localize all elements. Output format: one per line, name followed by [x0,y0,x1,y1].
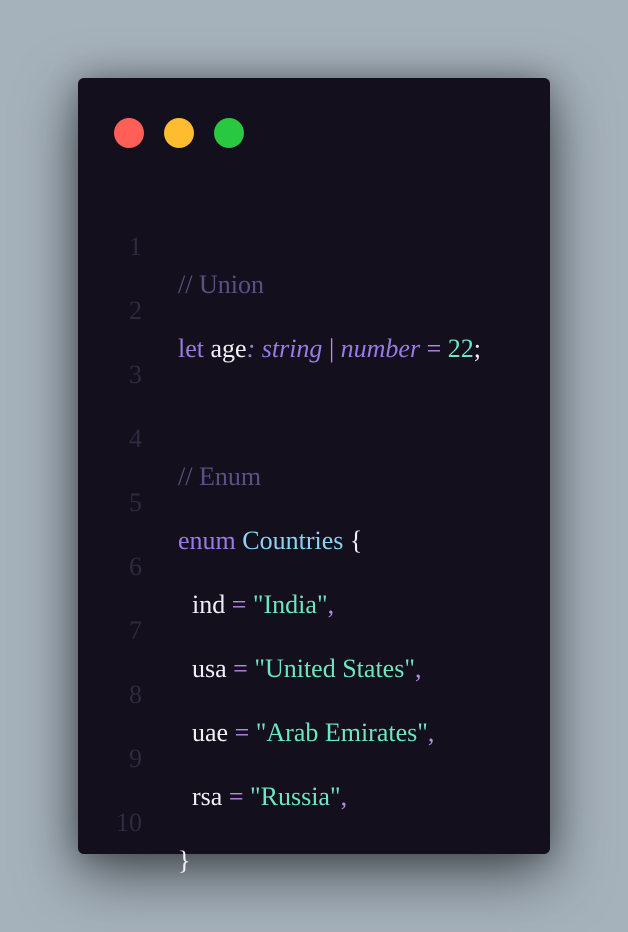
code-line-9: 9 rsa = "Russia", [78,702,550,811]
code-line-6: 6 ind = "India", [78,510,550,619]
close-dot-icon[interactable] [114,118,144,148]
minimize-dot-icon[interactable] [164,118,194,148]
code-line-3: 3 [78,318,550,389]
close-brace: } [178,846,191,875]
maximize-dot-icon[interactable] [214,118,244,148]
code-line-7: 7 usa = "United States", [78,574,550,683]
code-line-10: 10 } [78,766,550,875]
code-line-5: 5 enum Countries { [78,446,550,555]
code-line-4: 4 // Enum [78,382,550,491]
code-window: 1 // Union 2 let age: string | number = … [78,78,550,875]
line-number: 10 [116,808,142,837]
code-line-1: 1 // Union [78,190,550,299]
code-line-8: 8 uae = "Arab Emirates", [78,638,550,747]
code-block: 1 // Union 2 let age: string | number = … [78,190,550,875]
code-line-2: 2 let age: string | number = 22; [78,254,550,363]
